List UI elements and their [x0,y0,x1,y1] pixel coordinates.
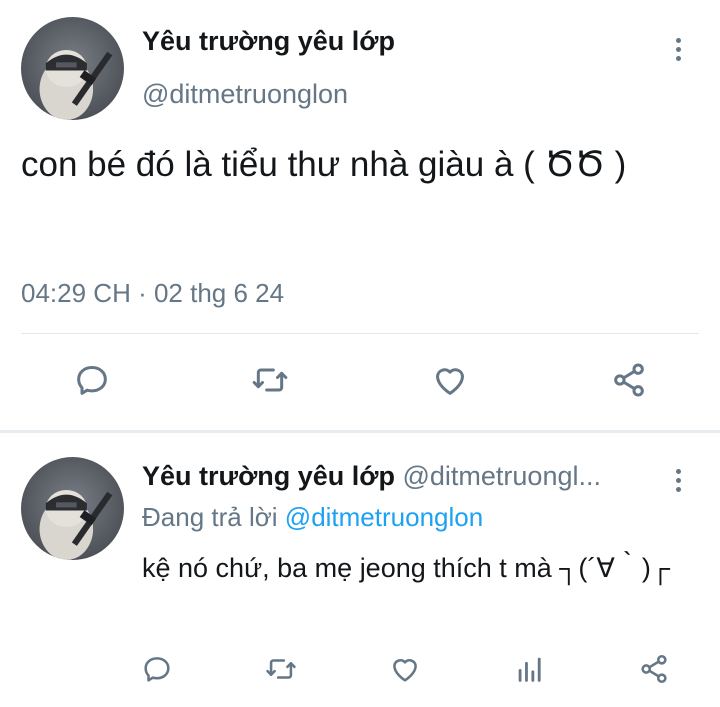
author-handle[interactable]: @ditmetruongl... [402,461,601,491]
share-icon[interactable] [630,645,678,693]
like-icon[interactable] [426,356,474,404]
share-icon[interactable] [605,356,653,404]
retweet-icon[interactable] [246,356,294,404]
more-options-icon[interactable] [674,469,682,495]
replying-to: Đang trả lời @ditmetruonglon [142,502,483,533]
replying-prefix: Đang trả lời [142,502,278,532]
divider [21,333,699,334]
tweet-text: kệ nó chứ, ba mẹ jeong thích t mà ┐(´∀｀)… [142,553,671,583]
reply-header: Yêu trường yêu lớp @ditmetruongl... [142,461,662,492]
avatar[interactable] [21,17,124,120]
author-name[interactable]: Yêu trường yêu lớp [142,461,395,491]
reply-icon[interactable] [133,645,181,693]
tweet-timestamp[interactable]: 04:29 CH · 02 thg 6 24 [21,278,284,309]
reply-icon[interactable] [68,356,116,404]
avatar[interactable] [21,457,124,560]
retweet-icon[interactable] [257,645,305,693]
reply-tweet: Yêu trường yêu lớp @ditmetruongl... Đang… [0,433,720,707]
mention-link[interactable]: @ditmetruonglon [285,502,483,532]
main-tweet: Yêu trường yêu lớp @ditmetruonglon con b… [0,0,720,430]
tweet-text: con bé đó là tiểu thư nhà giàu à ( ԾԾ ) [21,145,627,184]
author-name[interactable]: Yêu trường yêu lớp [142,26,395,57]
like-icon[interactable] [381,645,429,693]
more-options-icon[interactable] [674,38,682,64]
author-handle[interactable]: @ditmetruonglon [142,79,348,110]
analytics-icon[interactable] [506,645,554,693]
